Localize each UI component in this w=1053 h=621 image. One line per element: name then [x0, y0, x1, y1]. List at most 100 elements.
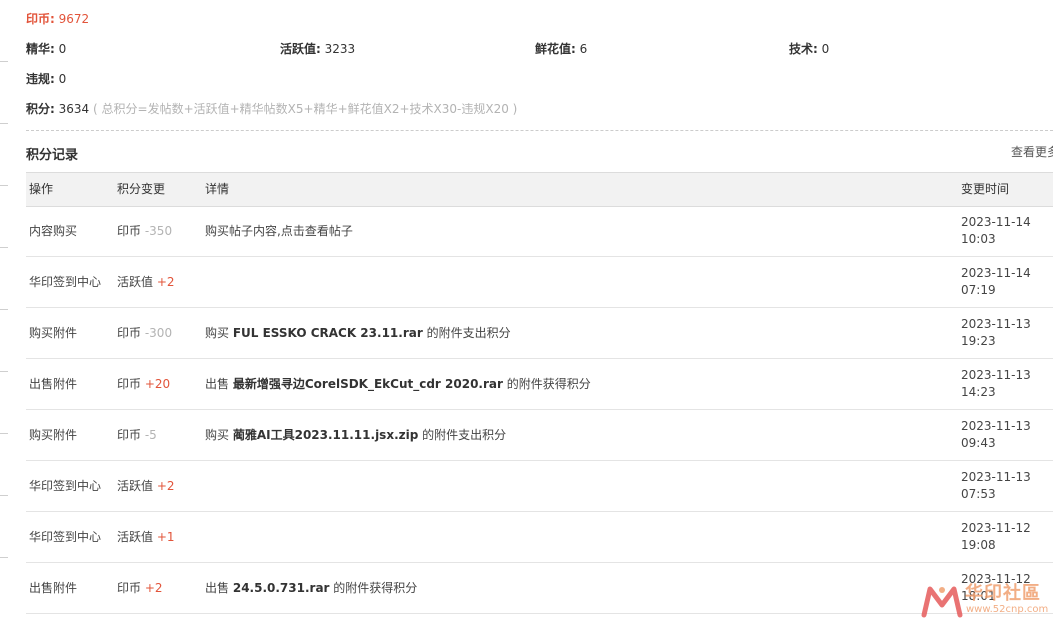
row-detail-file[interactable]: 蔺雅AI工具2023.11.11.jsx.zip — [233, 428, 418, 442]
row-detail: 出售 24.5.0.731.rar 的附件获得积分 — [205, 580, 417, 596]
row-detail-file[interactable]: 最新增强寻边CorelSDK_EkCut_cdr 2020.rar — [233, 377, 503, 391]
row-change-unit: 印币 — [117, 428, 142, 442]
row-change: 印币 -350 — [117, 223, 172, 239]
row-detail-text[interactable]: 购买帖子内容,点击查看帖子 — [205, 224, 353, 238]
coin-value: 9672 — [58, 12, 90, 26]
row-change-amount: +2 — [144, 581, 163, 595]
row-detail-prefix: 购买 — [205, 326, 230, 340]
activity-value: 3233 — [324, 42, 356, 56]
left-edge-ticks — [0, 0, 10, 621]
table-row: 内容购买 印币 -350 购买帖子内容,点击查看帖子 2023-11-14 10… — [26, 206, 1053, 257]
row-detail-prefix: 购买 — [205, 428, 230, 442]
header-time: 变更时间 — [961, 182, 1010, 196]
row-time: 2023-11-14 07:19 — [961, 266, 1031, 297]
row-change-unit: 印币 — [117, 326, 142, 340]
row-detail-suffix: 的附件支出积分 — [426, 326, 511, 340]
row-time: 2023-11-12 19:08 — [961, 521, 1031, 552]
table-row: 华印签到中心 活跃值 +2 2023-11-14 07:19 — [26, 257, 1053, 308]
coin-stat: 印币: 9672 — [26, 11, 89, 27]
tech-stat: 技术: 0 — [789, 41, 829, 57]
row-change: 印币 -300 — [117, 325, 172, 341]
row-time: 2023-11-13 07:53 — [961, 470, 1031, 501]
table-row: 华印签到中心 活跃值 +1 2023-11-12 19:08 — [26, 512, 1053, 563]
site-watermark: 华印社區 www.52cnp.com — [920, 577, 1053, 621]
row-operation: 内容购买 — [29, 224, 78, 238]
row-time: 2023-11-14 10:03 — [961, 215, 1031, 246]
row-change-amount: +2 — [156, 275, 175, 289]
essence-stat: 精华: 0 — [26, 41, 66, 57]
row-time: 2023-11-13 14:23 — [961, 368, 1031, 399]
table-row: 出售附件 印币 +20 出售 最新增强寻边CorelSDK_EkCut_cdr … — [26, 359, 1053, 410]
row-operation: 华印签到中心 — [29, 479, 102, 493]
activity-stat: 活跃值: 3233 — [280, 41, 355, 57]
view-more-link[interactable]: 查看更多 — [1011, 143, 1053, 160]
section-divider — [26, 130, 1053, 131]
row-detail: 购买 蔺雅AI工具2023.11.11.jsx.zip 的附件支出积分 — [205, 427, 506, 443]
row-detail-file[interactable]: 24.5.0.731.rar — [233, 581, 330, 595]
row-time: 2023-11-13 09:43 — [961, 419, 1031, 450]
row-operation: 出售附件 — [29, 581, 78, 595]
row-detail: 购买帖子内容,点击查看帖子 — [205, 223, 353, 239]
row-operation: 华印签到中心 — [29, 530, 102, 544]
points-formula: ( 总积分=发帖数+活跃值+精华帖数X5+精华+鲜花值X2+技术X30-违规X2… — [93, 102, 518, 116]
watermark-url: www.52cnp.com — [966, 604, 1049, 615]
points-stat: 积分: 3634 ( 总积分=发帖数+活跃值+精华帖数X5+精华+鲜花值X2+技… — [26, 101, 517, 117]
row-detail-suffix: 的附件获得积分 — [333, 581, 418, 595]
violation-stat: 违规: 0 — [26, 71, 66, 87]
row-change-amount: +1 — [156, 530, 175, 544]
row-change-amount: -350 — [144, 224, 173, 238]
essence-value: 0 — [58, 42, 67, 56]
tech-value: 0 — [821, 42, 830, 56]
row-detail: 购买 FUL ESSKO CRACK 23.11.rar 的附件支出积分 — [205, 325, 511, 341]
row-change: 活跃值 +2 — [117, 478, 175, 494]
row-change-unit: 印币 — [117, 581, 142, 595]
row-detail-suffix: 的附件支出积分 — [422, 428, 507, 442]
flowers-label: 鲜花值: — [535, 42, 576, 56]
row-operation: 华印签到中心 — [29, 275, 102, 289]
row-change-unit: 印币 — [117, 224, 142, 238]
row-change: 印币 +20 — [117, 376, 170, 392]
row-change: 活跃值 +1 — [117, 529, 175, 545]
watermark-brand: 华印社區 — [965, 583, 1041, 604]
flowers-stat: 鲜花值: 6 — [535, 41, 587, 57]
row-change: 印币 -5 — [117, 427, 157, 443]
row-change-amount: -300 — [144, 326, 173, 340]
row-change: 印币 +2 — [117, 580, 163, 596]
points-label: 积分: — [26, 102, 55, 116]
table-header: 操作 积分变更 详情 变更时间 — [26, 172, 1053, 207]
header-change: 积分变更 — [117, 182, 166, 196]
row-change-amount: +2 — [156, 479, 175, 493]
header-operation: 操作 — [29, 182, 54, 196]
activity-label: 活跃值: — [280, 42, 321, 56]
row-operation: 购买附件 — [29, 326, 78, 340]
table-row: 购买附件 印币 -300 购买 FUL ESSKO CRACK 23.11.ra… — [26, 308, 1053, 359]
row-change-unit: 活跃值 — [117, 530, 154, 544]
coin-label: 印币: — [26, 12, 55, 26]
violation-label: 违规: — [26, 72, 55, 86]
tech-label: 技术: — [789, 42, 818, 56]
row-change-unit: 活跃值 — [117, 275, 154, 289]
row-change-unit: 印币 — [117, 377, 142, 391]
row-detail: 出售 最新增强寻边CorelSDK_EkCut_cdr 2020.rar 的附件… — [205, 376, 591, 392]
row-operation: 出售附件 — [29, 377, 78, 391]
header-detail: 详情 — [205, 182, 230, 196]
row-detail-suffix: 的附件获得积分 — [506, 377, 591, 391]
row-operation: 购买附件 — [29, 428, 78, 442]
row-time: 2023-11-13 19:23 — [961, 317, 1031, 348]
flowers-value: 6 — [579, 42, 588, 56]
row-change-unit: 活跃值 — [117, 479, 154, 493]
row-detail-prefix: 出售 — [205, 377, 230, 391]
violation-value: 0 — [58, 72, 67, 86]
table-row: 华印签到中心 活跃值 +2 2023-11-13 07:53 — [26, 461, 1053, 512]
table-row: 购买附件 印币 -5 购买 蔺雅AI工具2023.11.11.jsx.zip 的… — [26, 410, 1053, 461]
section-title: 积分记录 — [26, 148, 79, 163]
row-change-amount: -5 — [144, 428, 157, 442]
watermark-logo-icon — [921, 586, 963, 618]
row-detail-file[interactable]: FUL ESSKO CRACK 23.11.rar — [233, 326, 423, 340]
points-value: 3634 — [58, 102, 90, 116]
row-detail-prefix: 出售 — [205, 581, 230, 595]
essence-label: 精华: — [26, 42, 55, 56]
table-row: 出售附件 印币 +2 出售 24.5.0.731.rar 的附件获得积分 202… — [26, 563, 1053, 614]
row-change: 活跃值 +2 — [117, 274, 175, 290]
row-change-amount: +20 — [144, 377, 171, 391]
